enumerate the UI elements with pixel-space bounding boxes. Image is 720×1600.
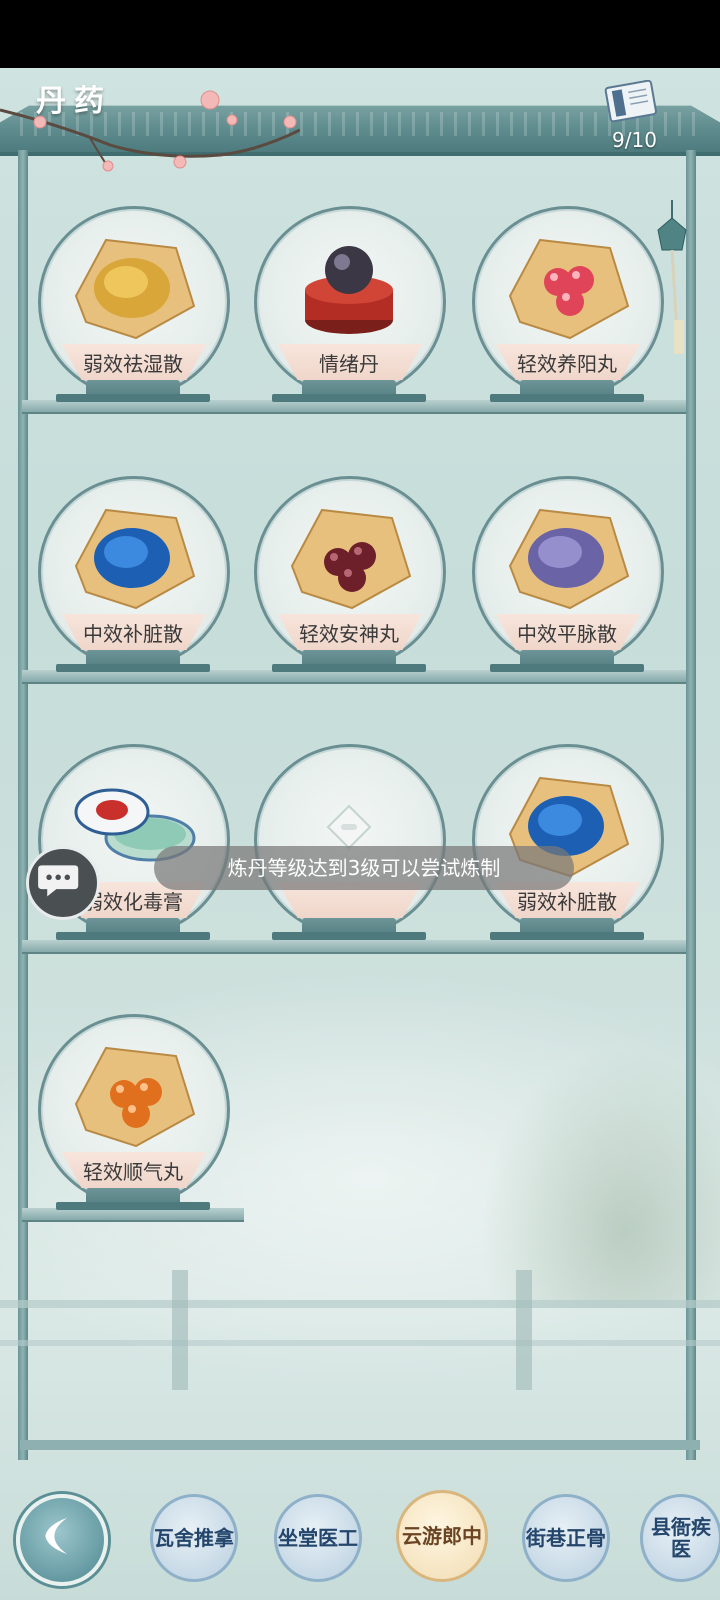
- plate-stand: [272, 380, 426, 402]
- plate-stand: [56, 918, 210, 940]
- toast-message: 炼丹等级达到3级可以尝试炼制: [154, 846, 574, 890]
- medicine-slot[interactable]: 轻效养阳丸: [472, 206, 664, 416]
- medicine-slot[interactable]: 中效补脏散: [38, 476, 230, 686]
- medicine-name: 弱效补脏散: [517, 890, 617, 914]
- medicine-slot[interactable]: 情绪丹: [254, 206, 446, 416]
- red-pills-icon: [508, 238, 630, 340]
- plate-stand: [56, 380, 210, 402]
- pill-box-icon: [305, 246, 393, 334]
- recipe-book-icon[interactable]: [604, 80, 658, 124]
- plate-stand: [56, 650, 210, 672]
- collection-counter: 9/10: [612, 128, 657, 152]
- page-title: 丹药: [36, 84, 112, 119]
- medicine-slot[interactable]: 中效平脉散: [472, 476, 664, 686]
- medicine-name: 情绪丹: [319, 352, 379, 376]
- nav-tab-4[interactable]: 街巷正骨: [522, 1494, 610, 1582]
- nav-tab-3-active[interactable]: 云游郎中: [396, 1490, 488, 1582]
- medicine-name: 中效补脏散: [83, 622, 183, 646]
- yellow-powder-icon: [74, 238, 196, 340]
- nav-tab-2[interactable]: 坐堂医工: [274, 1494, 362, 1582]
- chat-bubble-icon: [38, 865, 79, 897]
- plate-stand: [490, 650, 644, 672]
- medicine-slot[interactable]: 弱效祛湿散: [38, 206, 230, 416]
- medicine-name: 轻效养阳丸: [517, 352, 617, 376]
- background-fence: [0, 1270, 720, 1390]
- background-reeds: [480, 1048, 720, 1308]
- plate-stand: [272, 918, 426, 940]
- cabinet-post-left: [18, 150, 28, 1460]
- plate-stand: [272, 650, 426, 672]
- medicine-name: 轻效顺气丸: [83, 1160, 183, 1184]
- medicine-name: 中效平脉散: [517, 622, 617, 646]
- purple-powder-icon: [508, 508, 630, 610]
- nav-tab-1[interactable]: 瓦舍推拿: [150, 1494, 238, 1582]
- blue-powder-icon: [74, 508, 196, 610]
- status-bar: [0, 0, 720, 68]
- dark-red-pills-icon: [290, 508, 412, 610]
- medicine-slot[interactable]: 轻效安神丸: [254, 476, 446, 686]
- medicine-slot[interactable]: 轻效顺气丸: [38, 1014, 230, 1224]
- plate-stand: [490, 918, 644, 940]
- cabinet-base-rail: [20, 1440, 700, 1450]
- nav-tab-5[interactable]: 县衙疾医: [640, 1494, 720, 1582]
- plate-stand: [490, 380, 644, 402]
- plate-stand: [56, 1188, 210, 1210]
- medicine-name: 弱效祛湿散: [83, 352, 183, 376]
- orange-pills-icon: [74, 1046, 196, 1148]
- medicine-name: 轻效安神丸: [299, 622, 399, 646]
- back-arrow-icon: [45, 1517, 68, 1555]
- chat-button[interactable]: [26, 846, 100, 920]
- locked-icon: [326, 804, 372, 850]
- back-button[interactable]: [16, 1494, 108, 1586]
